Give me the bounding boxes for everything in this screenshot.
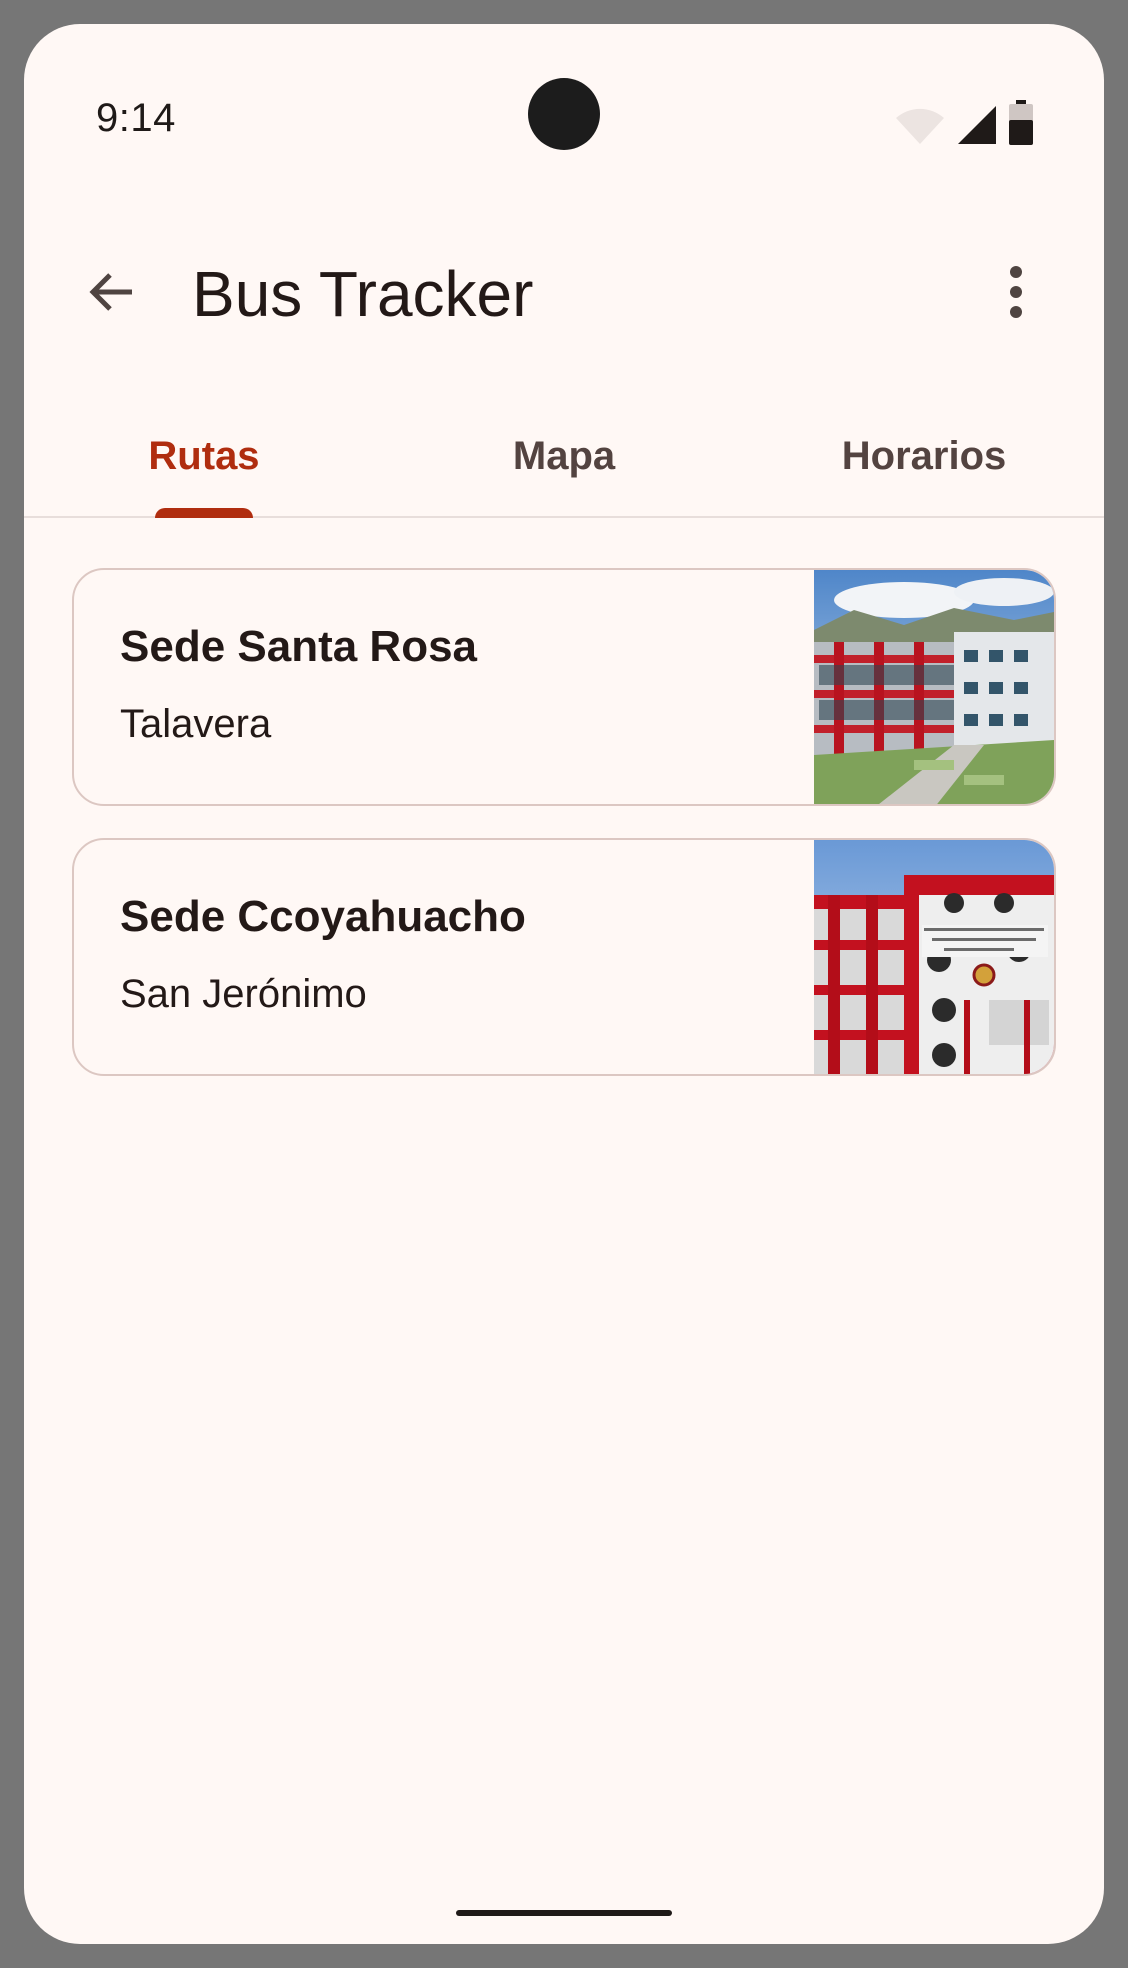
gesture-navigation-bar[interactable] [456,1910,672,1916]
tab-bar: Rutas Mapa Horarios [24,394,1104,518]
status-bar: 9:14 [24,24,1104,164]
battery-icon [1008,100,1034,146]
tab-horarios[interactable]: Horarios [744,394,1104,516]
tab-label: Mapa [512,434,616,478]
route-list: Sede Santa Rosa Talavera Sede Ccoyahuach… [72,568,1056,1108]
cell-signal-icon [956,104,998,146]
more-options-button[interactable] [976,254,1056,334]
status-time: 9:14 [96,96,176,140]
route-location: Talavera [120,702,272,746]
active-tab-indicator [155,508,253,518]
tab-rutas[interactable]: Rutas [24,394,384,518]
more-vert-icon [1009,265,1023,323]
wifi-icon [894,106,946,146]
status-icons [894,100,1034,146]
tab-label: Horarios [841,434,1007,478]
page-title: Bus Tracker [192,258,534,330]
device-frame: 9:14 Bus Tracker Rutas Mapa Horarios Sed… [0,0,1128,1968]
tab-mapa[interactable]: Mapa [384,394,744,516]
route-location: San Jerónimo [120,972,367,1016]
route-card-santa-rosa[interactable]: Sede Santa Rosa Talavera [72,568,1056,806]
tab-label: Rutas [148,434,260,478]
route-card-ccoyahuacho[interactable]: Sede Ccoyahuacho San Jerónimo [72,838,1056,1076]
top-app-bar: Bus Tracker [24,224,1104,364]
route-name: Sede Ccoyahuacho [120,892,526,941]
front-camera [528,78,600,150]
route-name: Sede Santa Rosa [120,622,478,671]
school-building-photo [814,840,1054,1074]
arrow-back-icon [86,266,138,323]
back-button[interactable] [72,254,152,334]
app-screen: 9:14 Bus Tracker Rutas Mapa Horarios Sed… [24,24,1104,1944]
campus-building-photo [814,570,1054,804]
